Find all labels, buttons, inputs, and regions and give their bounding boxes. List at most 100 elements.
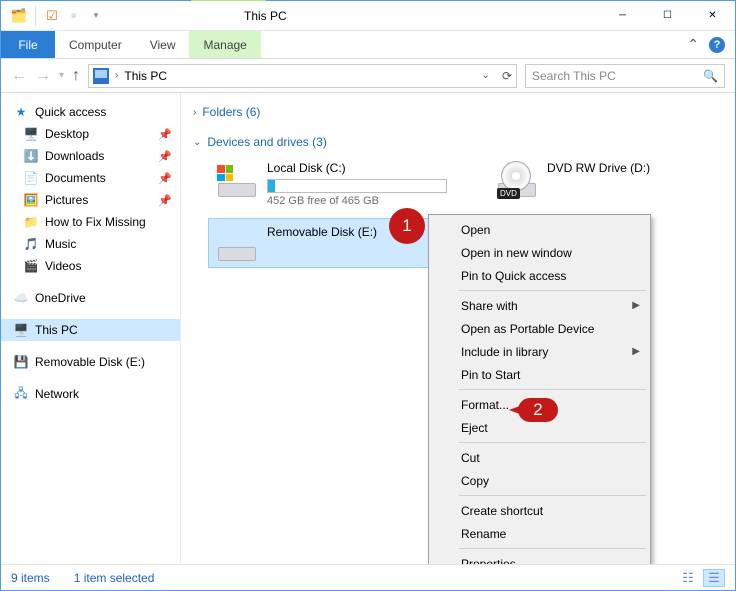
- sidebar-label: OneDrive: [35, 291, 86, 305]
- ribbon-right: ⌃ ?: [687, 31, 735, 58]
- view-switcher: ☷ ☰: [677, 569, 725, 587]
- menu-item-share-with[interactable]: Share with▶: [431, 294, 648, 317]
- breadcrumb[interactable]: › This PC ⌄ ⟳: [88, 64, 517, 88]
- sidebar-onedrive[interactable]: ☁️ OneDrive: [1, 287, 180, 309]
- quick-access-toolbar: 🗂️ ☑ ▫️ ▾: [1, 6, 114, 26]
- back-button[interactable]: ←: [11, 67, 27, 85]
- address-bar: ← → ▾ ↑ › This PC ⌄ ⟳ Search This PC 🔍: [1, 59, 735, 93]
- menu-item-pin-to-quick-access[interactable]: Pin to Quick access: [431, 264, 648, 287]
- menu-item-rename[interactable]: Rename: [431, 522, 648, 545]
- properties-qat-icon[interactable]: ☑: [42, 6, 62, 26]
- tab-computer[interactable]: Computer: [55, 31, 136, 58]
- section-label: Folders (6): [202, 105, 260, 119]
- search-icon: 🔍: [703, 69, 718, 83]
- sidebar-item-label: Music: [45, 237, 76, 251]
- sidebar-item-label: Downloads: [45, 149, 104, 163]
- sidebar-item-music[interactable]: 🎵Music: [1, 233, 180, 255]
- minimize-button[interactable]: ─: [600, 1, 645, 30]
- menu-item-copy[interactable]: Copy: [431, 469, 648, 492]
- sidebar-item-desktop[interactable]: 🖥️Desktop📌: [1, 123, 180, 145]
- windows-flag-icon: [217, 165, 233, 181]
- menu-item-open-in-new-window[interactable]: Open in new window: [431, 241, 648, 264]
- window-controls: ─ ☐ ✕: [600, 1, 735, 30]
- menu-separator: [459, 548, 646, 549]
- pin-icon: 📌: [158, 194, 172, 207]
- large-icons-view-button[interactable]: ☰: [703, 569, 725, 587]
- qat-dropdown-icon[interactable]: ▾: [86, 6, 106, 26]
- explorer-icon: 🗂️: [9, 6, 29, 26]
- cloud-icon: ☁️: [13, 290, 29, 306]
- sidebar-item-videos[interactable]: 🎬Videos: [1, 255, 180, 277]
- drive-local-c[interactable]: Local Disk (C:) 452 GB free of 465 GB: [209, 155, 459, 213]
- submenu-arrow-icon: ▶: [632, 300, 640, 311]
- menu-item-open-as-portable-device[interactable]: Open as Portable Device: [431, 317, 648, 340]
- close-button[interactable]: ✕: [690, 1, 735, 30]
- usb-drive-icon: 💾: [13, 354, 29, 370]
- sidebar-item-pictures[interactable]: 🖼️Pictures📌: [1, 189, 180, 211]
- sidebar-quick-access[interactable]: ★ Quick access: [1, 101, 180, 123]
- file-tab[interactable]: File: [1, 31, 55, 58]
- capacity-bar: [267, 179, 447, 193]
- tab-manage[interactable]: Manage: [189, 31, 260, 58]
- sidebar-item-howtofix[interactable]: 📁How to Fix Missing: [1, 211, 180, 233]
- collapse-ribbon-icon[interactable]: ⌃: [687, 36, 699, 53]
- navigation-pane: ★ Quick access 🖥️Desktop📌 ⬇️ Downloads 📌 📄…: [1, 93, 181, 563]
- menu-item-include-in-library[interactable]: Include in library▶: [431, 340, 648, 363]
- sidebar-label: Network: [35, 387, 79, 401]
- chevron-right-icon: ›: [193, 107, 196, 118]
- sidebar-network[interactable]: 🖧Network: [1, 383, 180, 405]
- annotation-2: 2: [518, 398, 558, 422]
- new-folder-qat-icon[interactable]: ▫️: [64, 6, 84, 26]
- sidebar-label: Removable Disk (E:): [35, 355, 145, 369]
- context-menu: OpenOpen in new windowPin to Quick acces…: [428, 214, 651, 579]
- search-input[interactable]: Search This PC 🔍: [525, 64, 725, 88]
- sidebar-item-label: Videos: [45, 259, 81, 273]
- downloads-icon: ⬇️: [23, 148, 39, 164]
- pin-icon: 📌: [158, 128, 172, 141]
- up-button[interactable]: ↑: [72, 67, 80, 85]
- recent-locations-icon[interactable]: ▾: [59, 70, 64, 81]
- menu-item-cut[interactable]: Cut: [431, 446, 648, 469]
- this-pc-icon: 🖥️: [13, 322, 29, 338]
- breadcrumb-dropdown-icon[interactable]: ⌄: [482, 70, 490, 81]
- local-disk-icon: [215, 161, 259, 197]
- menu-separator: [459, 442, 646, 443]
- sidebar-item-label: How to Fix Missing: [45, 215, 146, 229]
- drive-free-space: 452 GB free of 465 GB: [267, 195, 453, 207]
- sidebar-removable-disk[interactable]: 💾 Removable Disk (E:): [1, 351, 180, 373]
- removable-disk-icon: [215, 225, 259, 261]
- status-bar: 9 items 1 item selected ☷ ☰: [1, 564, 735, 590]
- sidebar-item-label: Pictures: [45, 193, 88, 207]
- title-bar: 🗂️ ☑ ▫️ ▾ Drive Tools This PC ─ ☐ ✕: [1, 1, 735, 31]
- sidebar-item-downloads[interactable]: ⬇️ Downloads 📌: [1, 145, 180, 167]
- drive-dvd-d[interactable]: DVD DVD RW Drive (D:): [489, 155, 709, 213]
- maximize-button[interactable]: ☐: [645, 1, 690, 30]
- pin-icon: 📌: [158, 150, 172, 163]
- status-selected-count: 1 item selected: [74, 571, 155, 585]
- drive-info: Removable Disk (E:): [267, 225, 453, 261]
- sidebar-this-pc[interactable]: 🖥️This PC: [1, 319, 180, 341]
- ribbon: File Computer View Manage ⌃ ?: [1, 31, 735, 59]
- menu-item-pin-to-start[interactable]: Pin to Start: [431, 363, 648, 386]
- menu-separator: [459, 290, 646, 291]
- sidebar-item-documents[interactable]: 📄Documents📌: [1, 167, 180, 189]
- pin-icon: 📌: [158, 172, 172, 185]
- menu-item-open[interactable]: Open: [431, 218, 648, 241]
- menu-item-create-shortcut[interactable]: Create shortcut: [431, 499, 648, 522]
- breadcrumb-segment[interactable]: This PC: [124, 69, 167, 83]
- tab-view[interactable]: View: [136, 31, 190, 58]
- section-devices[interactable]: ⌄ Devices and drives (3): [191, 131, 725, 155]
- separator: [35, 6, 36, 26]
- search-placeholder: Search This PC: [532, 69, 616, 83]
- help-icon[interactable]: ?: [709, 37, 725, 53]
- refresh-button[interactable]: ⟳: [502, 69, 512, 83]
- details-view-button[interactable]: ☷: [677, 569, 699, 587]
- drive-info: DVD RW Drive (D:): [547, 161, 703, 207]
- section-folders[interactable]: › Folders (6): [191, 101, 725, 125]
- chevron-right-icon[interactable]: ›: [115, 70, 118, 81]
- drive-name: Removable Disk (E:): [267, 225, 453, 243]
- drive-name: DVD RW Drive (D:): [547, 161, 703, 179]
- menu-separator: [459, 495, 646, 496]
- status-item-count: 9 items: [11, 571, 50, 585]
- dvd-drive-icon: DVD: [495, 161, 539, 197]
